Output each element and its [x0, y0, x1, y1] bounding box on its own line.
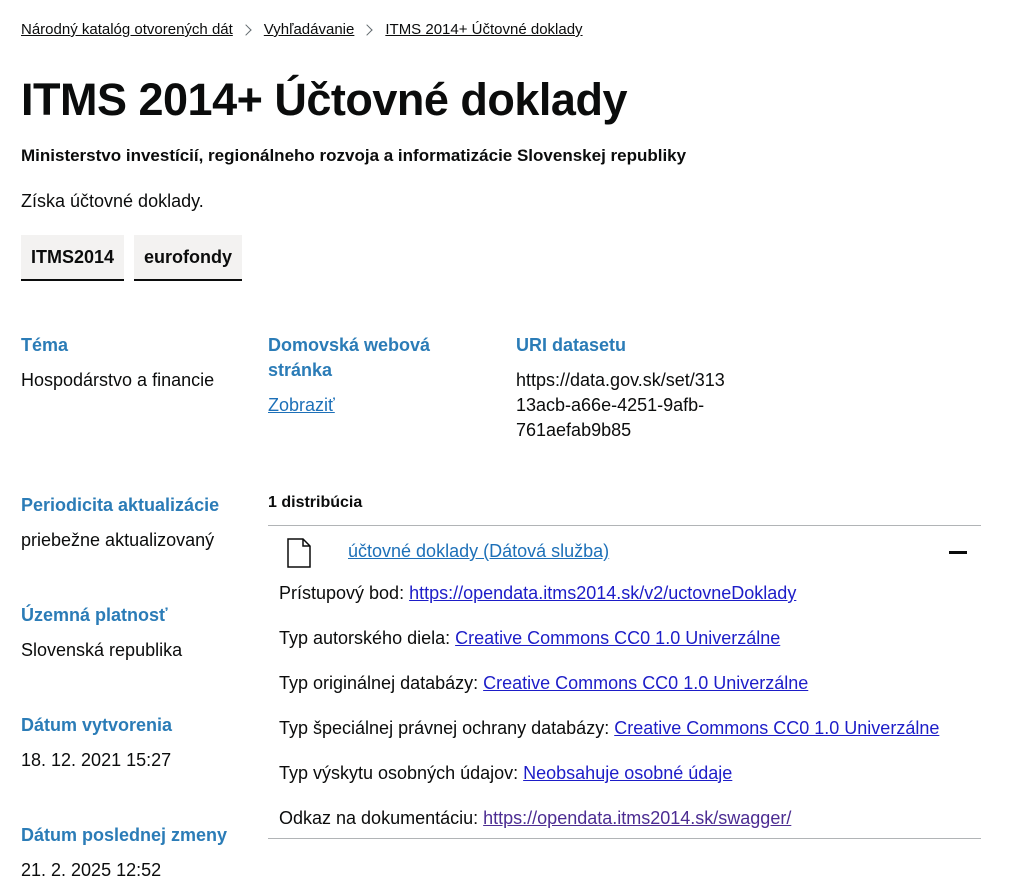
collapse-minus-icon[interactable]	[949, 551, 967, 554]
homepage-label: Domovská webová stránka	[268, 333, 430, 383]
publisher-name: Ministerstvo investícií, regionálneho ro…	[21, 146, 687, 165]
breadcrumb-link-current[interactable]: ITMS 2014+ Účtovné doklady	[385, 21, 582, 38]
uri-label: URI datasetu	[516, 335, 627, 355]
special-protection-link[interactable]: Creative Commons CC0 1.0 Univerzálne	[614, 718, 939, 738]
author-work-row: Typ autorského diela: Creative Commons C…	[279, 626, 780, 650]
modified-label: Dátum poslednej zmeny	[21, 825, 228, 845]
breadcrumb: Národný katalóg otvorených dát Vyhľadáva…	[21, 21, 583, 38]
territorial-label: Územná platnosť	[21, 605, 168, 625]
author-work-label: Typ autorského diela:	[279, 628, 451, 648]
tag-eurofondy[interactable]: eurofondy	[134, 235, 243, 281]
tag-list: ITMS2014 eurofondy	[21, 235, 243, 281]
access-point-link[interactable]: https://opendata.itms2014.sk/v2/uctovneD…	[409, 583, 796, 603]
divider	[268, 525, 981, 526]
personal-data-label: Typ výskytu osobných údajov:	[279, 763, 519, 783]
document-icon	[287, 538, 311, 568]
homepage-link[interactable]: Zobraziť	[268, 395, 335, 415]
modified-value: 21. 2. 2025 12:52	[21, 860, 162, 880]
dataset-description: Získa účtovné doklady.	[21, 191, 204, 211]
homepage-label-line1: Domovská webová	[268, 335, 431, 355]
tag-itms2014[interactable]: ITMS2014	[21, 235, 125, 281]
documentation-link[interactable]: https://opendata.itms2014.sk/swagger/	[483, 808, 791, 828]
special-protection-label: Typ špeciálnej právnej ochrany databázy:	[279, 718, 610, 738]
author-work-link[interactable]: Creative Commons CC0 1.0 Univerzálne	[455, 628, 780, 648]
periodicity-value: priebežne aktualizovaný	[21, 530, 215, 550]
breadcrumb-link-catalog[interactable]: Národný katalóg otvorených dát	[21, 21, 233, 38]
original-db-label: Typ originálnej databázy:	[279, 673, 479, 693]
uri-line2: 13acb-a66e-4251-9afb-	[516, 395, 705, 415]
breadcrumb-link-search[interactable]: Vyhľadávanie	[264, 21, 355, 38]
homepage-value: Zobraziť	[268, 393, 335, 418]
territorial-value: Slovenská republika	[21, 640, 183, 660]
theme-value: Hospodárstvo a financie	[21, 370, 215, 390]
personal-data-row: Typ výskytu osobných údajov: Neobsahuje …	[279, 761, 732, 785]
uri-value: https://data.gov.sk/set/313 13acb-a66e-4…	[516, 368, 725, 443]
documentation-label: Odkaz na dokumentáciu:	[279, 808, 479, 828]
original-db-row: Typ originálnej databázy: Creative Commo…	[279, 671, 808, 695]
divider	[268, 838, 981, 839]
theme-label: Téma	[21, 335, 69, 355]
distribution-count: 1 distribúcia	[268, 494, 363, 511]
created-label: Dátum vytvorenia	[21, 715, 173, 735]
personal-data-link[interactable]: Neobsahuje osobné údaje	[523, 763, 732, 783]
periodicity-label: Periodicita aktualizácie	[21, 495, 220, 515]
documentation-row: Odkaz na dokumentáciu: https://opendata.…	[279, 806, 791, 830]
chevron-right-icon	[240, 23, 252, 36]
special-protection-row: Typ špeciálnej právnej ochrany databázy:…	[279, 716, 939, 740]
distribution-title-link[interactable]: účtovné doklady (Dátová služba)	[348, 541, 609, 562]
access-point-row: Prístupový bod: https://opendata.itms201…	[279, 581, 796, 605]
original-db-link[interactable]: Creative Commons CC0 1.0 Univerzálne	[483, 673, 808, 693]
created-value: 18. 12. 2021 15:27	[21, 750, 172, 770]
chevron-right-icon	[361, 23, 374, 36]
uri-line1: https://data.gov.sk/set/313	[516, 370, 725, 390]
page-title: ITMS 2014+ Účtovné doklady	[21, 74, 627, 125]
access-point-label: Prístupový bod:	[279, 583, 405, 603]
homepage-label-line2: stránka	[268, 360, 333, 380]
uri-line3: 761aefab9b85	[516, 420, 632, 440]
